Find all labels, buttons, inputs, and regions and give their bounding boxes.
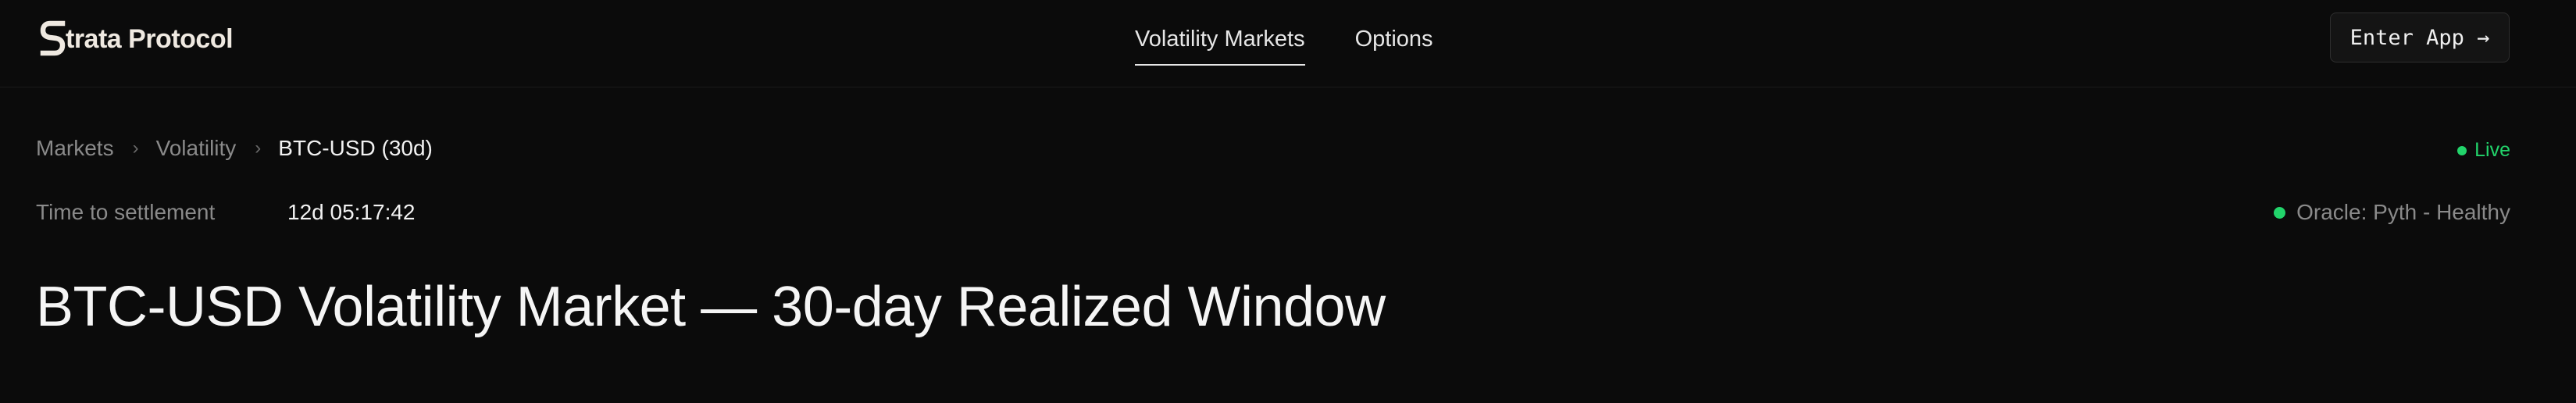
settlement-row: Time to settlement 12d 05:17:42	[36, 200, 416, 225]
breadcrumb-markets[interactable]: Markets	[36, 136, 114, 161]
brand-name: trata Protocol	[66, 23, 234, 54]
settlement-countdown: 12d 05:17:42	[287, 200, 416, 224]
breadcrumb: Markets › Volatility › BTC-USD (30d)	[36, 136, 433, 161]
oracle-status: Oracle: Pyth - Healthy	[2274, 200, 2510, 225]
enter-app-button[interactable]: Enter App →	[2330, 12, 2510, 62]
oracle-label: Oracle: Pyth - Healthy	[2296, 200, 2510, 224]
status-dot-icon	[2457, 145, 2467, 155]
top-navbar: trata Protocol Volatility Markets Option…	[0, 0, 2576, 87]
breadcrumb-volatility[interactable]: Volatility	[156, 136, 237, 161]
live-status: Live	[2457, 139, 2510, 162]
status-dot-icon	[2274, 206, 2286, 219]
main-nav: Volatility Markets Options	[1135, 0, 1433, 87]
breadcrumb-separator: ›	[255, 137, 262, 159]
breadcrumb-current: BTC-USD (30d)	[278, 136, 433, 160]
live-label: Live	[2474, 139, 2510, 161]
strata-logo-icon	[40, 20, 66, 56]
nav-volatility-markets[interactable]: Volatility Markets	[1135, 0, 1305, 87]
brand-logo[interactable]: trata Protocol	[39, 19, 234, 59]
page-title: BTC-USD Volatility Market — 30-day Reali…	[36, 276, 1386, 338]
settlement-label: Time to settlement	[36, 200, 216, 224]
breadcrumb-separator: ›	[132, 137, 139, 159]
nav-options[interactable]: Options	[1355, 0, 1433, 87]
